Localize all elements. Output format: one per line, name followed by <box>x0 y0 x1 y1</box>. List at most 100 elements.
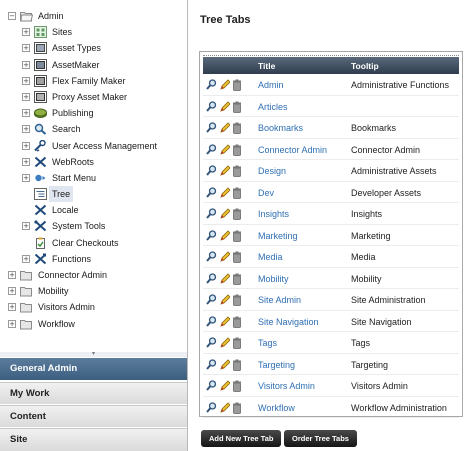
tree-tab-title-link[interactable]: Design <box>258 166 286 176</box>
delete-trash-icon[interactable] <box>232 273 242 287</box>
edit-pencil-icon[interactable] <box>219 208 231 222</box>
expand-icon[interactable]: + <box>22 157 30 166</box>
tree-tab-title-link[interactable]: Media <box>258 252 283 262</box>
expand-icon[interactable]: + <box>22 222 30 231</box>
tree-tab-title-link[interactable]: Workflow <box>258 403 295 413</box>
tree-node[interactable]: + Publishing <box>0 105 187 121</box>
inspect-icon[interactable] <box>206 315 217 330</box>
tree-tab-title-link[interactable]: Site Admin <box>258 295 301 305</box>
tree-node-label[interactable]: Admin <box>38 8 64 24</box>
inspect-icon[interactable] <box>206 186 217 201</box>
tree-tab-title-link[interactable]: Insights <box>258 209 289 219</box>
add-new-tree-tab-button[interactable]: Add New Tree Tab <box>201 430 282 447</box>
delete-trash-icon[interactable] <box>232 230 242 244</box>
order-tree-tabs-button[interactable]: Order Tree Tabs <box>284 430 357 447</box>
delete-trash-icon[interactable] <box>232 380 242 394</box>
edit-pencil-icon[interactable] <box>219 380 231 394</box>
inspect-icon[interactable] <box>206 272 217 287</box>
expand-icon[interactable]: + <box>22 254 30 263</box>
expand-icon[interactable]: + <box>8 303 16 312</box>
tree-node[interactable]: Locale <box>0 202 187 218</box>
tree-node-label[interactable]: Clear Checkouts <box>52 235 119 251</box>
splitter-grip[interactable]: ▾ <box>0 351 187 357</box>
edit-pencil-icon[interactable] <box>219 165 231 179</box>
delete-trash-icon[interactable] <box>232 402 242 416</box>
tree-node-label[interactable]: User Access Management <box>52 138 157 154</box>
tree-tab-title-link[interactable]: Connector Admin <box>258 145 327 155</box>
tree-node-label[interactable]: System Tools <box>52 218 105 234</box>
inspect-icon[interactable] <box>206 100 217 115</box>
edit-pencil-icon[interactable] <box>219 315 231 330</box>
tree-node[interactable]: + Functions <box>0 251 187 267</box>
inspect-icon[interactable] <box>206 358 217 373</box>
tree-tab-title-link[interactable]: Admin <box>258 80 284 90</box>
inspect-icon[interactable] <box>206 208 217 222</box>
tree-tab-title-link[interactable]: Articles <box>258 102 288 112</box>
tree-node[interactable]: + Mobility <box>0 283 187 299</box>
inspect-icon[interactable] <box>206 401 217 416</box>
tree-node[interactable]: Clear Checkouts <box>0 235 187 251</box>
accordion-my-work[interactable]: My Work <box>0 382 187 404</box>
tree-node-label[interactable]: Locale <box>52 202 79 218</box>
tree-node-label[interactable]: AssetMaker <box>52 57 100 73</box>
tree-node-label[interactable]: WebRoots <box>52 154 94 170</box>
inspect-icon[interactable] <box>206 143 217 158</box>
tree-node[interactable]: + Visitors Admin <box>0 299 187 315</box>
inspect-icon[interactable] <box>206 229 217 244</box>
tree-tab-title-link[interactable]: Tags <box>258 338 277 348</box>
tree-node[interactable]: + Workflow <box>0 316 187 332</box>
delete-trash-icon[interactable] <box>232 165 242 179</box>
expand-icon[interactable]: + <box>22 60 30 69</box>
delete-trash-icon[interactable] <box>232 337 242 351</box>
expand-icon[interactable]: + <box>22 28 30 37</box>
tree-node-label[interactable]: Start Menu <box>52 170 96 186</box>
inspect-icon[interactable] <box>206 165 217 179</box>
edit-pencil-icon[interactable] <box>219 229 231 244</box>
tree-node[interactable]: + User Access Management <box>0 138 187 154</box>
tree-node[interactable]: + WebRoots <box>0 154 187 170</box>
tree-node-label[interactable]: Flex Family Maker <box>52 73 126 89</box>
tree-node[interactable]: + Start Menu <box>0 170 187 186</box>
tree-node-label[interactable]: Proxy Asset Maker <box>52 89 127 105</box>
expand-icon[interactable]: + <box>22 92 30 101</box>
accordion-general-admin[interactable]: General Admin <box>0 358 187 380</box>
edit-pencil-icon[interactable] <box>219 358 231 373</box>
accordion-site[interactable]: Site <box>0 428 187 451</box>
tree-tab-title-link[interactable]: Dev <box>258 188 274 198</box>
inspect-icon[interactable] <box>206 251 217 265</box>
expand-icon[interactable]: + <box>22 109 30 118</box>
tree-node[interactable]: + Flex Family Maker <box>0 73 187 89</box>
collapse-icon[interactable]: − <box>8 12 16 20</box>
delete-trash-icon[interactable] <box>232 101 242 115</box>
expand-icon[interactable]: + <box>8 271 16 279</box>
tree-node[interactable]: + Connector Admin <box>0 267 187 283</box>
tree-node-label[interactable]: Search <box>52 121 81 137</box>
delete-trash-icon[interactable] <box>232 294 242 308</box>
edit-pencil-icon[interactable] <box>219 294 231 308</box>
tree-node-label[interactable]: Tree <box>49 186 74 203</box>
delete-trash-icon[interactable] <box>232 187 242 201</box>
tree-node-label[interactable]: Workflow <box>38 316 75 332</box>
tree-node-label[interactable]: Mobility <box>38 283 69 299</box>
edit-pencil-icon[interactable] <box>219 122 231 136</box>
edit-pencil-icon[interactable] <box>219 100 231 115</box>
tree-node-label[interactable]: Asset Types <box>52 40 101 56</box>
tree-node[interactable]: + Asset Types <box>0 40 187 56</box>
delete-trash-icon[interactable] <box>232 316 242 330</box>
inspect-icon[interactable] <box>206 79 217 93</box>
delete-trash-icon[interactable] <box>232 122 242 136</box>
tree-tab-title-link[interactable]: Targeting <box>258 360 295 370</box>
delete-trash-icon[interactable] <box>232 144 242 158</box>
expand-icon[interactable]: + <box>22 76 30 85</box>
edit-pencil-icon[interactable] <box>219 401 231 416</box>
inspect-icon[interactable] <box>206 380 217 394</box>
tree-node[interactable]: + AssetMaker <box>0 57 187 73</box>
delete-trash-icon[interactable] <box>232 79 242 93</box>
tree-tab-title-link[interactable]: Visitors Admin <box>258 381 315 391</box>
delete-trash-icon[interactable] <box>232 208 242 222</box>
expand-icon[interactable]: + <box>8 319 16 328</box>
delete-trash-icon[interactable] <box>232 251 242 265</box>
inspect-icon[interactable] <box>206 122 217 136</box>
edit-pencil-icon[interactable] <box>219 337 231 351</box>
tree-tab-title-link[interactable]: Mobility <box>258 274 289 284</box>
